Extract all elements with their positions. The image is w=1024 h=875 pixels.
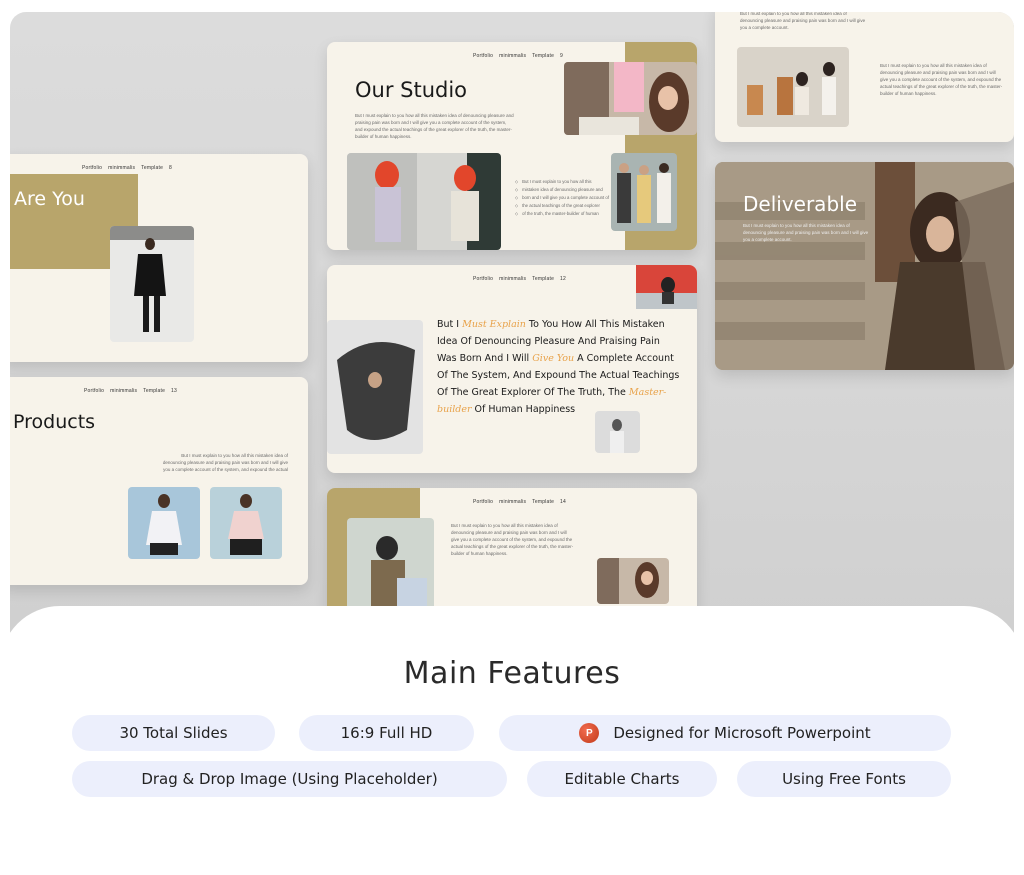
slide-nav: Portfolio minimmalis Template 14 — [473, 499, 567, 505]
feature-total-slides: 30 Total Slides — [72, 715, 275, 751]
quote-photo-top — [636, 265, 697, 309]
studio-photo-left — [347, 153, 501, 250]
product-photo-1 — [128, 487, 200, 559]
feature-drag-drop: Drag & Drop Image (Using Placeholder) — [72, 761, 507, 797]
slide-title: Products — [13, 411, 96, 433]
bottom-photo-right — [597, 558, 669, 604]
feature-powerpoint: P Designed for Microsoft Powerpoint — [499, 715, 951, 751]
top-right-photo — [737, 47, 849, 127]
slide-top-right: But I must explain to you how all this m… — [715, 12, 1014, 142]
slide-quote: Portfolio minimmalis Template 12 But I Must… — [327, 265, 697, 473]
slide-body: But I must explain to you how all this m… — [451, 523, 574, 556]
slide-deliverable: Deliverable But I must explain to you ho… — [715, 162, 1014, 370]
slide-nav: Portfolio minimmalis Template 8 — [82, 165, 173, 171]
product-photo-2 — [210, 487, 282, 559]
slide-body: But I must explain to you how all this m… — [162, 453, 288, 472]
feature-editable-charts: Editable Charts — [527, 761, 717, 797]
studio-photo-top — [564, 62, 697, 135]
slide-products: Portfolio minimmalis Template 13 Products B… — [10, 377, 308, 585]
bottom-photo-left — [347, 518, 434, 618]
slide-our-studio: Portfolio minimmalis Template 9 Our Studio … — [327, 42, 697, 250]
slide-body: But I must explain to you how all this m… — [743, 223, 869, 242]
studio-photo-right — [611, 153, 677, 231]
features-title: Main Features — [403, 656, 621, 691]
slide-body: But I must explain to you how all this m… — [355, 113, 514, 139]
slide-who-we-are: Portfolio minimmalis Template 8 Are You — [10, 154, 308, 362]
slide-nav: Portfolio minimmalis Template 13 — [84, 388, 178, 394]
quote-photo-small — [595, 411, 640, 453]
slide-body: But I must explain to you how all this m… — [740, 12, 866, 30]
slide-title: Deliverable — [743, 192, 857, 216]
powerpoint-icon: P — [579, 723, 600, 743]
feature-full-hd: 16:9 Full HD — [299, 715, 474, 751]
feature-free-fonts: Using Free Fonts — [737, 761, 951, 797]
slide-nav: Portfolio minimmalis Template 9 — [473, 53, 564, 59]
slide-body: But I must explain to you how all this m… — [880, 63, 1003, 96]
slide-bullets: But I must explain to you how all thismi… — [515, 178, 609, 218]
slide-bottom: Portfolio minimmalis Template 14 But I must… — [327, 488, 697, 618]
slide-title: Are You — [14, 188, 85, 210]
slide-title: Our Studio — [355, 78, 468, 102]
slide-nav: Portfolio minimmalis Template 12 — [473, 276, 567, 282]
who-photo — [110, 226, 194, 342]
quote-text: But I Must Explain To You How All This M… — [437, 319, 680, 415]
preview-stage: Portfolio minimmalis Template 9 Our Studio … — [10, 12, 1014, 672]
quote-photo-left — [327, 320, 423, 454]
